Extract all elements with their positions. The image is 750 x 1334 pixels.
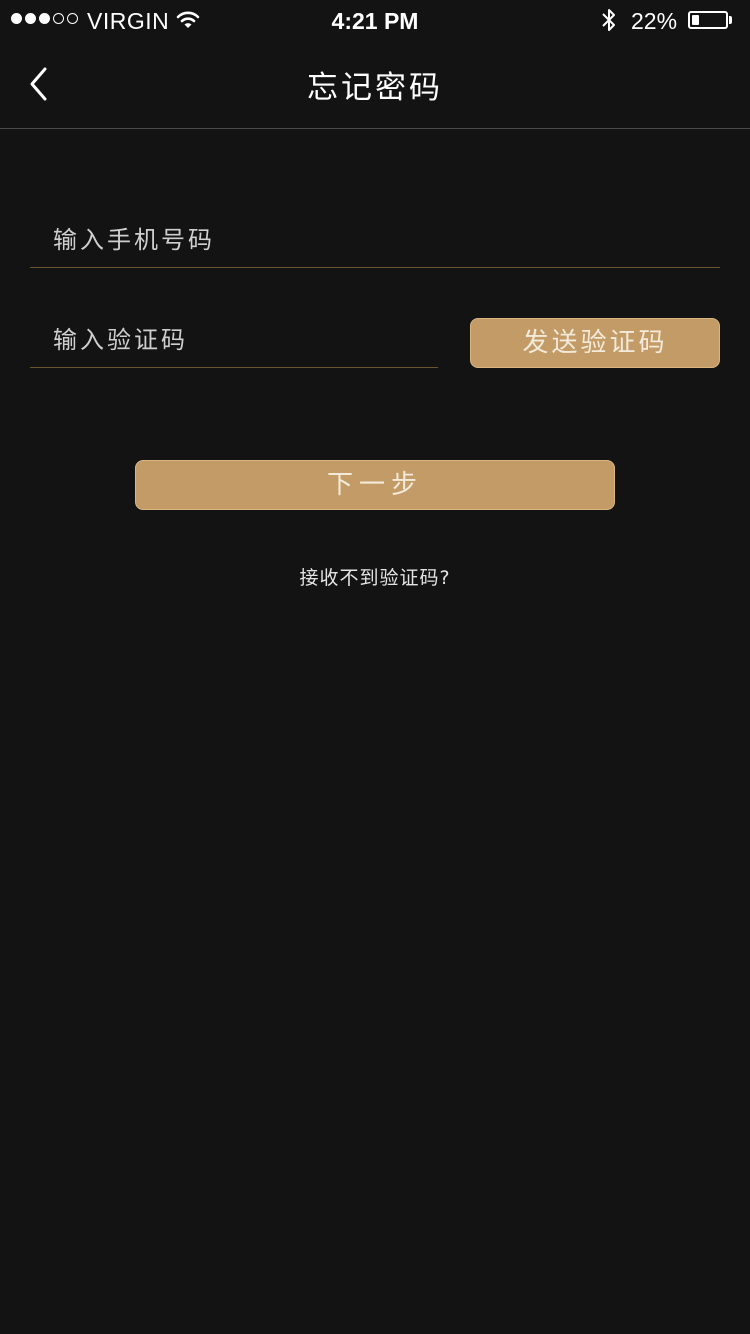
next-step-button[interactable]: 下一步 bbox=[135, 460, 615, 510]
verification-code-input[interactable] bbox=[30, 312, 438, 367]
battery-icon bbox=[688, 11, 728, 29]
bluetooth-icon bbox=[600, 7, 618, 39]
phone-field bbox=[30, 212, 720, 268]
battery-level bbox=[692, 15, 699, 25]
send-code-button[interactable]: 发送验证码 bbox=[470, 318, 720, 368]
navigation-bar: 忘记密码 bbox=[0, 40, 750, 129]
status-bar: VIRGIN 4:21 PM 22% bbox=[0, 0, 750, 40]
code-field bbox=[30, 312, 438, 368]
page-title: 忘记密码 bbox=[307, 70, 443, 106]
no-code-help-link[interactable]: 接收不到验证码? bbox=[0, 563, 750, 590]
forgot-password-screen: VIRGIN 4:21 PM 22% 忘记密码 输入手机号码 输入验证码 发送验… bbox=[0, 0, 750, 1334]
battery-percent: 22% bbox=[631, 8, 678, 34]
phone-input[interactable] bbox=[30, 212, 720, 267]
battery-tip bbox=[729, 16, 732, 24]
